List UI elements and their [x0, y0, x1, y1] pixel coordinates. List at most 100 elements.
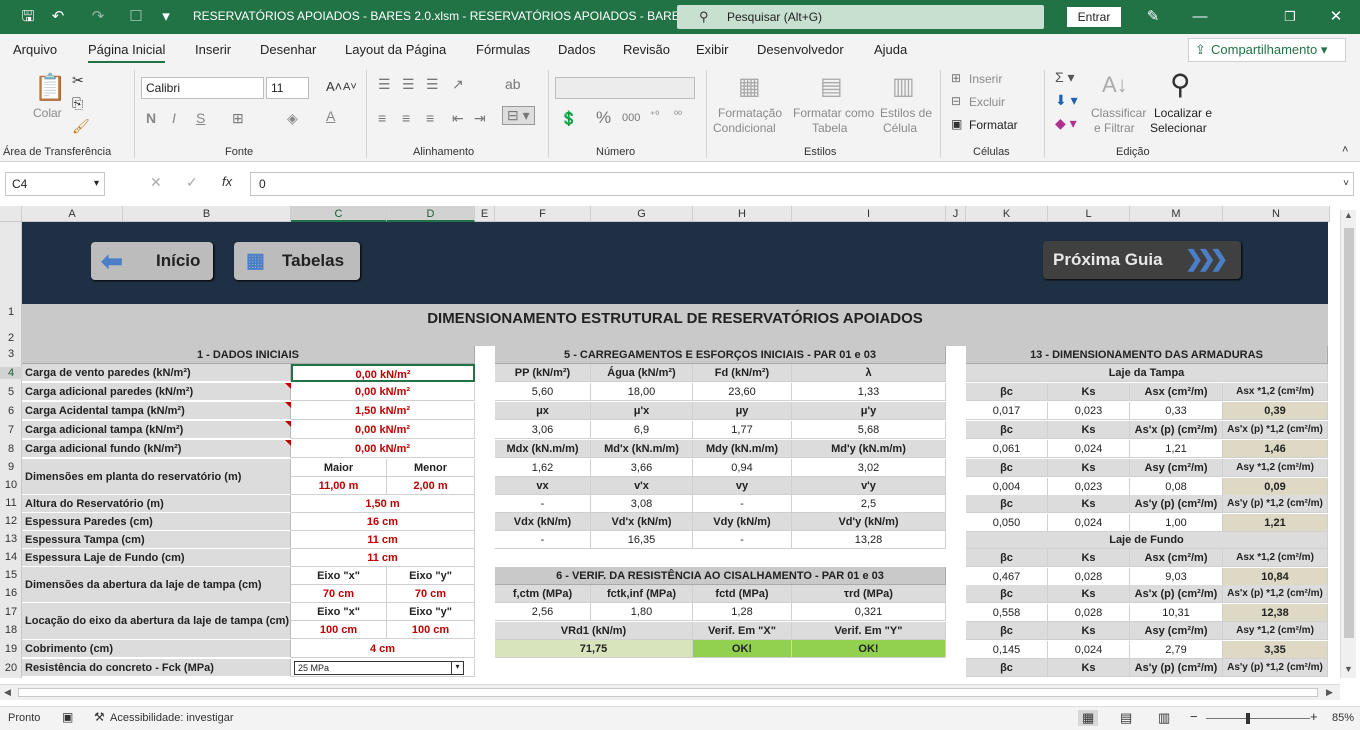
row-header[interactable]: 17 — [0, 606, 22, 618]
row-header[interactable]: 13 — [0, 533, 22, 545]
sort-filter-label-2[interactable]: e Filtrar — [1094, 121, 1135, 135]
input-carga-fundo[interactable]: 0,00 kN/m² — [291, 440, 475, 458]
zoom-thumb[interactable] — [1246, 713, 1250, 724]
tabelas-button[interactable]: ▦ Tabelas — [234, 242, 360, 280]
input-locacao-y[interactable]: 100 cm — [387, 621, 475, 639]
row-header[interactable]: 8 — [0, 443, 22, 455]
column-header[interactable]: B — [123, 206, 291, 222]
scroll-down-icon[interactable]: ▼ — [1344, 664, 1353, 674]
tab-dados[interactable]: Dados — [558, 42, 596, 57]
align-center-icon[interactable]: ≡ — [402, 110, 410, 126]
merge-cells-icon[interactable]: ⊟ ▾ — [502, 106, 535, 125]
row-header[interactable]: 15 — [0, 569, 22, 581]
column-header[interactable]: F — [495, 206, 591, 222]
worksheet-grid[interactable]: ⬅ Início ▦ Tabelas Próxima Guia ❯❯❯ DIME… — [22, 222, 1328, 678]
autosum-icon[interactable]: Σ ▾ — [1055, 69, 1075, 86]
decrease-indent-icon[interactable]: ⇤ — [452, 110, 464, 127]
chevron-down-icon[interactable]: ▾ — [451, 661, 463, 675]
row-header[interactable]: 6 — [0, 405, 22, 417]
horizontal-scrollbar[interactable]: ◀ ▶ — [0, 684, 1340, 700]
tab-desenhar[interactable]: Desenhar — [260, 42, 316, 57]
percent-icon[interactable]: % — [596, 108, 611, 128]
page-layout-icon[interactable]: ▤ — [1120, 710, 1132, 726]
grow-font-icon[interactable]: A˄ — [326, 79, 342, 94]
input-dim-maior[interactable]: 11,00 m — [291, 477, 387, 495]
restore-icon[interactable]: ❐ — [1280, 7, 1300, 27]
find-select-label[interactable]: Localizar e — [1154, 106, 1212, 120]
accessibility-status[interactable]: Acessibilidade: investigar — [110, 712, 234, 724]
tab-exibir[interactable]: Exibir — [696, 42, 729, 57]
customize-toolbar-icon[interactable]: ▾ — [156, 7, 176, 27]
conditional-format-label-2[interactable]: Condicional — [713, 121, 776, 135]
row-header[interactable]: 19 — [0, 643, 22, 655]
insert-cells-label[interactable]: Inserir — [969, 72, 1002, 86]
column-header[interactable]: D — [387, 206, 475, 222]
tab-arquivo[interactable]: Arquivo — [13, 42, 57, 57]
chevron-down-icon[interactable]: ▾ — [94, 173, 99, 195]
column-header[interactable]: A — [22, 206, 123, 222]
input-abertura-x[interactable]: 70 cm — [291, 585, 387, 603]
column-header[interactable]: G — [591, 206, 693, 222]
cell-styles-icon[interactable]: ▥ — [892, 72, 915, 101]
format-table-icon[interactable]: ▤ — [820, 72, 843, 101]
align-left-icon[interactable]: ≡ — [378, 110, 386, 126]
border-icon[interactable]: ⊞ — [232, 110, 244, 127]
input-carga-paredes[interactable]: 0,00 kN/m² — [291, 383, 475, 401]
cell-styles-label-2[interactable]: Célula — [883, 121, 917, 135]
align-right-icon[interactable]: ≡ — [426, 110, 434, 126]
row-header[interactable]: 3 — [0, 348, 22, 360]
underline-icon[interactable]: S — [196, 110, 205, 126]
format-table-label-2[interactable]: Tabela — [812, 121, 847, 135]
tab-inserir[interactable]: Inserir — [195, 42, 231, 57]
zoom-level[interactable]: 85% — [1332, 712, 1354, 724]
page-break-icon[interactable]: ▥ — [1158, 710, 1170, 726]
decrease-decimal-icon[interactable]: ⁰⁰ — [674, 110, 682, 121]
format-cells-label[interactable]: Formatar — [969, 118, 1018, 132]
comment-marker[interactable] — [285, 440, 291, 446]
row-header[interactable]: 10 — [0, 479, 22, 491]
italic-icon[interactable]: I — [172, 110, 176, 126]
macro-record-icon[interactable]: ▣ — [62, 710, 73, 724]
collapse-ribbon-icon[interactable]: ˄ — [1342, 144, 1348, 156]
save-icon[interactable]: 🖫 — [18, 7, 38, 27]
shrink-font-icon[interactable]: A˅ — [343, 81, 357, 93]
row-header[interactable]: 9 — [0, 461, 22, 473]
column-header[interactable]: C — [291, 206, 387, 222]
clear-icon[interactable]: ◆ ▾ — [1055, 115, 1077, 132]
increase-indent-icon[interactable]: ⇥ — [474, 110, 486, 127]
fill-icon[interactable]: ⬇ ▾ — [1055, 92, 1078, 109]
column-header[interactable]: I — [792, 206, 946, 222]
proxima-guia-button[interactable]: Próxima Guia ❯❯❯ — [1043, 241, 1241, 279]
tab-revisao[interactable]: Revisão — [623, 42, 670, 57]
tab-pagina-inicial[interactable]: Página Inicial — [88, 42, 166, 63]
currency-icon[interactable]: 💲 — [560, 110, 577, 127]
sort-filter-label[interactable]: Classificar — [1091, 106, 1146, 120]
input-carga-vento[interactable]: 0,00 kN/m² — [291, 364, 475, 382]
undo-icon[interactable]: ↶ — [48, 7, 68, 27]
insert-function-icon[interactable]: fx — [222, 174, 232, 189]
tab-desenvolvedor[interactable]: Desenvolvedor — [757, 42, 844, 57]
orientation-icon[interactable]: ↗ — [452, 76, 464, 93]
conditional-format-icon[interactable]: ▦ — [738, 72, 761, 101]
cut-icon[interactable]: ✂ — [72, 72, 84, 89]
delete-cells-label[interactable]: Excluir — [969, 95, 1005, 109]
row-header[interactable]: 14 — [0, 551, 22, 563]
tab-formulas[interactable]: Fórmulas — [476, 42, 530, 57]
insert-cells-icon[interactable]: ⊞ — [951, 71, 961, 85]
input-espessura-tampa[interactable]: 11 cm — [291, 531, 475, 549]
fck-select[interactable]: 25 MPa ▾ — [294, 661, 464, 675]
cancel-icon[interactable]: ✕ — [150, 174, 162, 191]
row-header[interactable]: 2 — [0, 332, 22, 344]
expand-formula-icon[interactable]: ˅ — [1343, 173, 1349, 195]
align-top-icon[interactable]: ☰ — [378, 76, 391, 93]
format-cells-icon[interactable]: ▣ — [951, 117, 962, 131]
enter-icon[interactable]: ✓ — [186, 174, 198, 191]
input-locacao-x[interactable]: 100 cm — [291, 621, 387, 639]
wrap-text-icon[interactable]: ab — [505, 76, 521, 92]
column-header[interactable]: L — [1048, 206, 1130, 222]
column-header[interactable]: M — [1130, 206, 1223, 222]
find-select-label-2[interactable]: Selecionar — [1150, 121, 1207, 135]
row-header[interactable]: 16 — [0, 587, 22, 599]
bold-icon[interactable]: N — [146, 110, 156, 126]
input-abertura-y[interactable]: 70 cm — [387, 585, 475, 603]
